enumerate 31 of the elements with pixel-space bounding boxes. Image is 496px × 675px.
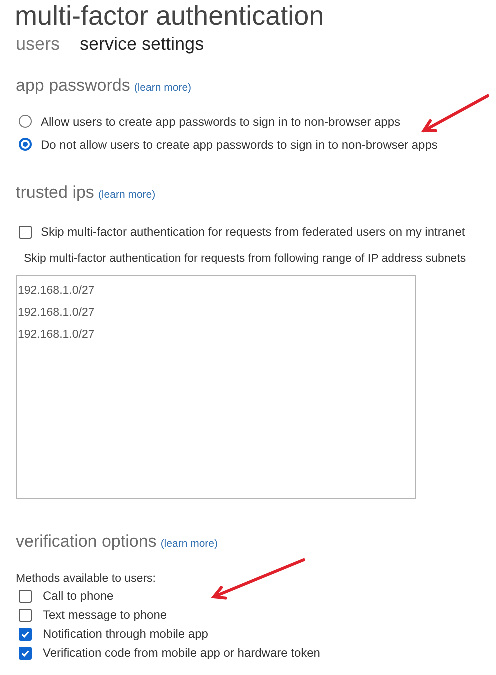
methods-label: Methods available to users:: [16, 572, 157, 586]
learn-more-link[interactable]: (learn more): [134, 81, 192, 97]
checkbox[interactable]: [19, 608, 32, 622]
radio-button[interactable]: [19, 115, 32, 128]
section-heading: trusted ips: [16, 182, 94, 204]
annotation-arrow-icon: [421, 94, 490, 132]
checkbox[interactable]: [19, 226, 32, 238]
annotation-arrow-icon: [211, 558, 306, 600]
radio-label: Do not allow users to create app passwords to sign in to non-browser apps: [41, 136, 438, 154]
checkbox-label: Notification through mobile app: [43, 626, 208, 642]
subnet-entry: 192.168.1.0/27: [17, 306, 96, 320]
radio-button[interactable]: [19, 138, 32, 151]
checkbox[interactable]: [19, 628, 32, 641]
section-heading: app passwords: [16, 75, 130, 97]
checkbox[interactable]: [19, 646, 32, 660]
page-title: multi-factor authentication: [15, 0, 326, 32]
tab[interactable]: service settings: [80, 33, 204, 55]
checkbox-label: Skip multi-factor authentication for requests from federated users on my intranet: [41, 224, 466, 241]
learn-more-link[interactable]: (learn more): [98, 188, 156, 204]
learn-more-link[interactable]: (learn more): [160, 537, 218, 553]
subnet-entry: 192.168.1.0/27: [17, 284, 96, 298]
checkbox-label: Verification code from mobile app or hardware token: [43, 646, 320, 661]
checkbox-label: Call to phone: [43, 588, 114, 604]
tab[interactable]: users: [16, 33, 60, 55]
subnets-label: Skip multi-factor authentication for requests from following range of IP address subnets: [23, 252, 468, 267]
section-heading: verification options: [16, 531, 157, 554]
radio-label: Allow users to create app passwords to sign in to non-browser apps: [41, 114, 401, 130]
checkbox-label: Text message to phone: [43, 608, 168, 623]
subnet-entry: 192.168.1.0/27: [17, 328, 96, 342]
checkbox[interactable]: [19, 590, 32, 603]
subnets-textarea[interactable]: 192.168.1.0/27 192.168.1.0/27 192.168.1.0/27: [16, 275, 416, 500]
